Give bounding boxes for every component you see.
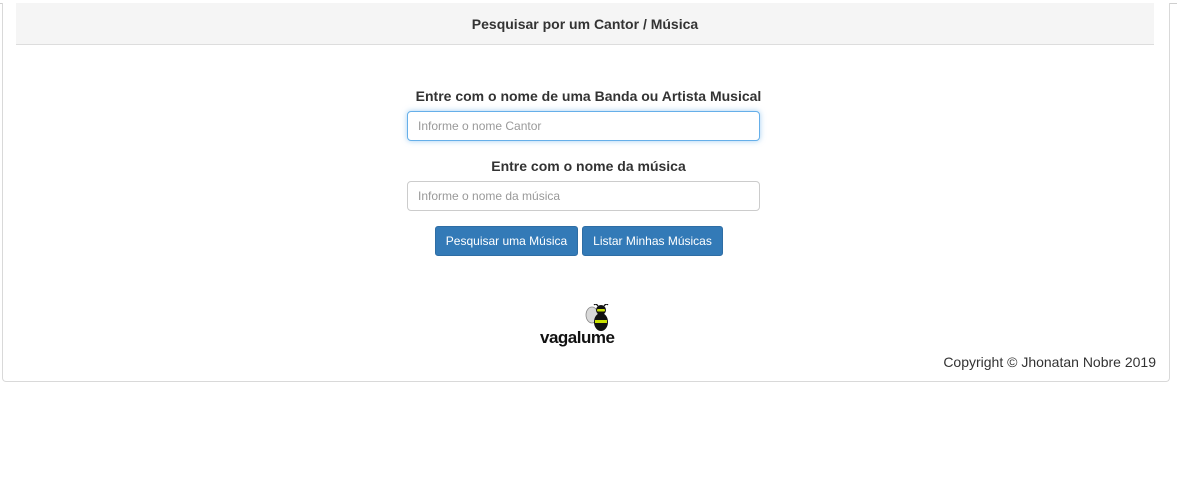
search-song-button[interactable]: Pesquisar uma Música (435, 226, 578, 256)
vagalume-logo[interactable]: vagalume (540, 304, 636, 348)
list-my-songs-button[interactable]: Listar Minhas Músicas (582, 226, 723, 256)
song-search-input[interactable] (407, 181, 760, 211)
panel-title: Pesquisar por um Cantor / Música (471, 15, 699, 32)
song-label: Entre com o nome da música (491, 158, 686, 174)
artist-search-input[interactable] (407, 111, 760, 141)
artist-label: Entre com o nome de uma Banda ou Artista… (415, 88, 762, 104)
copyright-text: Copyright © Jhonatan Nobre 2019 (943, 354, 1156, 370)
logo-text: vagalume (540, 328, 615, 347)
panel-header: Pesquisar por um Cantor / Música (16, 3, 1154, 45)
